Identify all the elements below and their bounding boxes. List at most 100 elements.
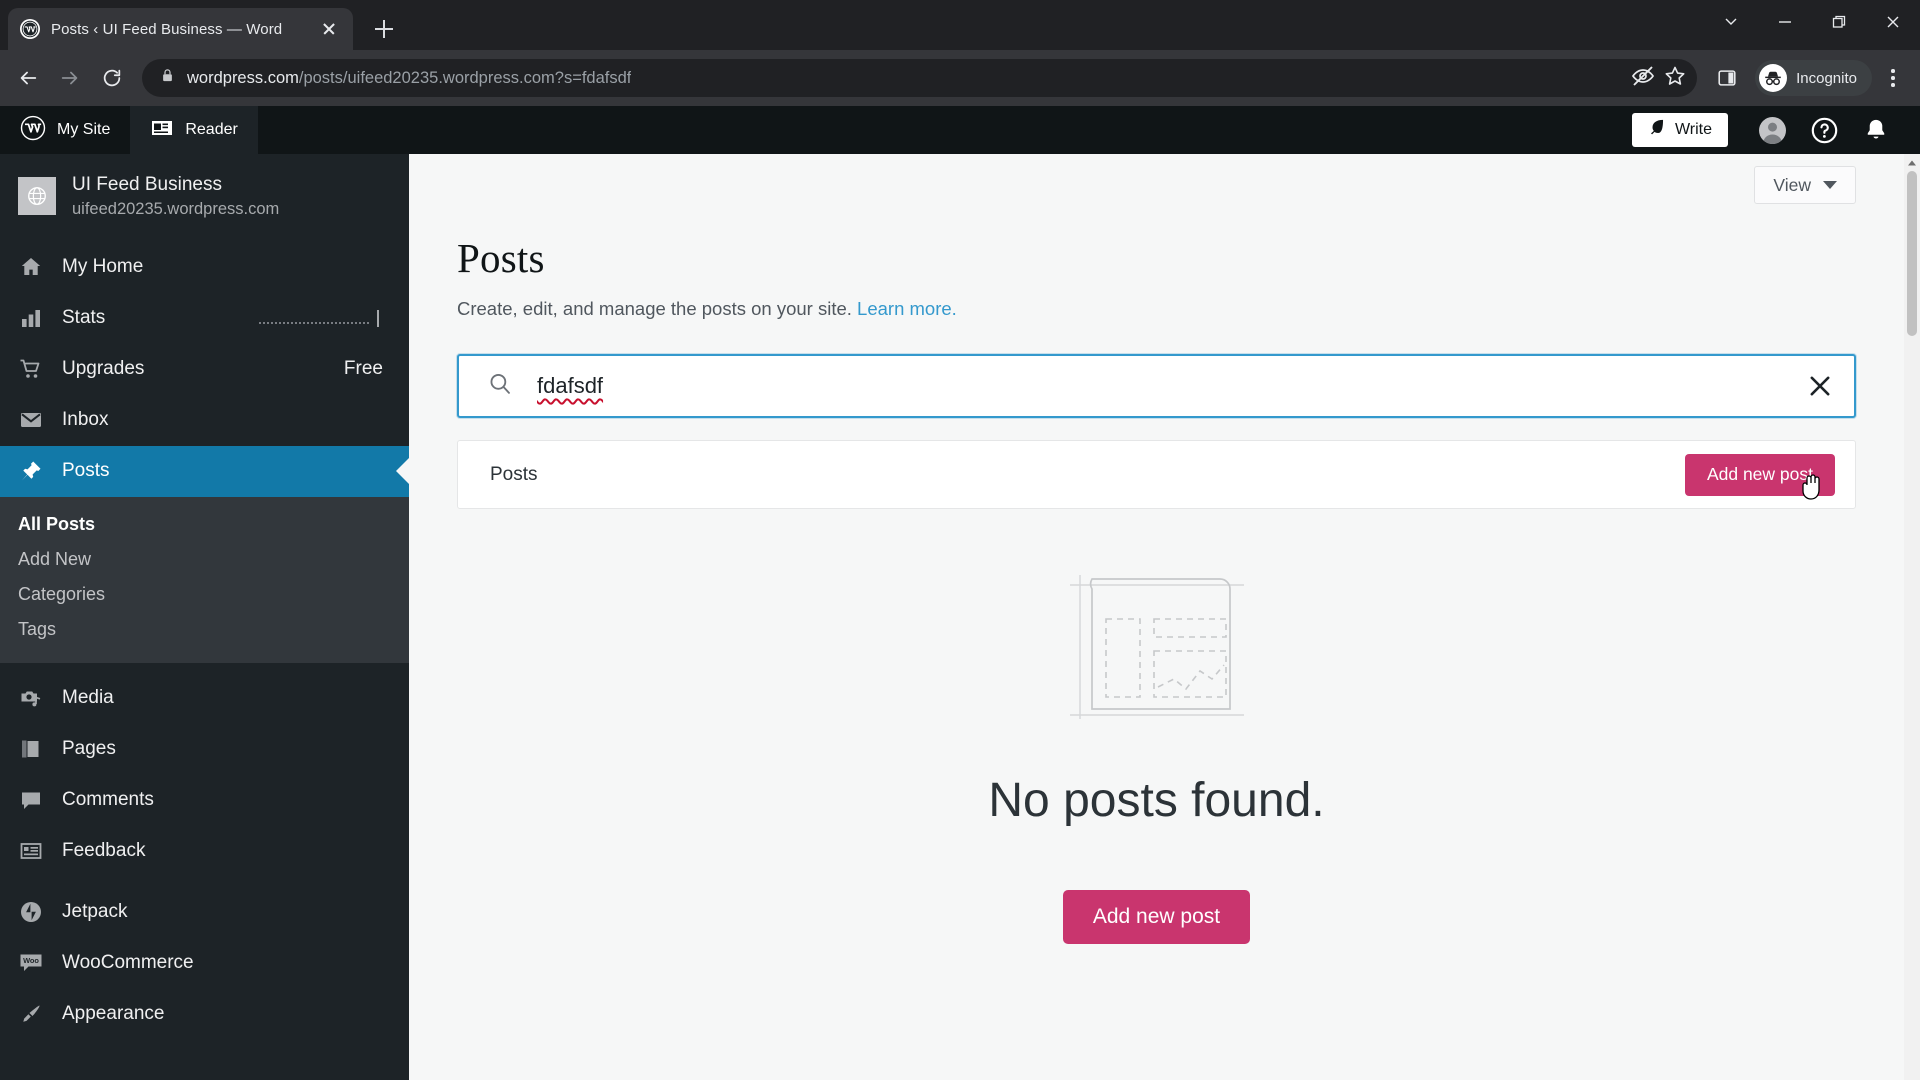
main-content: View Posts Create, edit, and manage the …	[409, 154, 1904, 1080]
sidebar-label: Appearance	[62, 1003, 165, 1025]
sidebar-item-inbox[interactable]: Inbox	[0, 395, 409, 446]
wordpress-icon	[20, 19, 40, 39]
chevron-down-icon	[1823, 181, 1837, 189]
jetpack-icon	[18, 900, 44, 924]
wp-masterbar: My Site Reader Write	[0, 106, 1920, 154]
minimize-to-tray-icon[interactable]	[1704, 0, 1758, 44]
svg-text:Woo: Woo	[23, 956, 39, 965]
masterbar-right: Write	[1631, 106, 1920, 154]
media-icon	[18, 686, 44, 710]
side-panel-icon[interactable]	[1707, 58, 1747, 98]
eye-slash-icon[interactable]	[1631, 64, 1655, 93]
page-title: Posts	[457, 235, 545, 281]
posts-submenu: All Posts Add New Categories Tags	[0, 496, 409, 663]
new-tab-button[interactable]	[367, 12, 401, 46]
kebab-menu-icon[interactable]	[1874, 59, 1912, 97]
sidebar-label: Pages	[62, 738, 116, 760]
woocommerce-icon: Woo	[18, 950, 44, 976]
close-icon[interactable]	[1806, 372, 1834, 400]
page-subtitle: Create, edit, and manage the posts on yo…	[457, 298, 1856, 320]
sidebar-label: Feedback	[62, 840, 146, 862]
sidebar-item-comments[interactable]: Comments	[0, 775, 409, 826]
incognito-icon	[1759, 64, 1788, 92]
sidebar-item-jetpack[interactable]: Jetpack	[0, 887, 409, 938]
write-button-label: Write	[1674, 121, 1712, 138]
wordpress-logo-icon	[20, 115, 46, 146]
empty-posts-illustration	[1062, 567, 1252, 727]
sidebar-label: Jetpack	[62, 901, 128, 923]
posts-toolbar-card: Posts Add new post	[457, 440, 1856, 509]
sidebar-label: Upgrades	[62, 358, 145, 380]
submenu-item-all-posts[interactable]: All Posts	[0, 507, 409, 542]
avatar-icon	[1758, 116, 1786, 144]
empty-state: No posts found. Add new post	[457, 567, 1856, 944]
address-bar[interactable]: wordpress.com/posts/uifeed20235.wordpres…	[142, 59, 1698, 97]
paintbrush-icon	[18, 1002, 44, 1026]
empty-state-title: No posts found.	[988, 774, 1325, 827]
site-name: UI Feed Business	[72, 174, 222, 195]
masterbar-my-site-label: My Site	[57, 121, 111, 138]
write-button[interactable]: Write	[1631, 113, 1728, 147]
maximize-icon[interactable]	[1812, 0, 1866, 44]
view-row: View	[409, 154, 1904, 204]
page-viewport: My Site Reader Write UI Feed Business ui…	[0, 106, 1920, 1080]
reload-icon[interactable]	[92, 58, 132, 98]
tab-strip: Posts ‹ UI Feed Business — Word	[0, 0, 1920, 50]
minimize-icon[interactable]	[1758, 0, 1812, 44]
site-thumbnail-icon	[18, 176, 56, 215]
pin-icon	[18, 459, 44, 483]
sidebar-item-my-home[interactable]: My Home	[0, 242, 409, 293]
sidebar-item-media[interactable]: Media	[0, 673, 409, 724]
sidebar-item-feedback[interactable]: Feedback	[0, 826, 409, 877]
add-new-post-button[interactable]: Add new post	[1684, 453, 1835, 496]
sidebar-label: My Home	[62, 256, 144, 278]
sidebar-item-woocommerce[interactable]: Woo WooCommerce	[0, 938, 409, 989]
site-card[interactable]: UI Feed Business uifeed20235.wordpress.c…	[0, 154, 409, 242]
close-icon[interactable]	[1866, 0, 1920, 44]
reader-icon	[150, 116, 174, 145]
browser-tab[interactable]: Posts ‹ UI Feed Business — Word	[8, 8, 353, 50]
masterbar-reader-label: Reader	[185, 121, 238, 138]
lock-icon	[160, 68, 175, 88]
scrollbar-thumb[interactable]	[1907, 171, 1917, 336]
submenu-item-add-new[interactable]: Add New	[0, 542, 409, 577]
search-icon	[487, 371, 513, 402]
learn-more-link[interactable]: Learn more.	[857, 298, 957, 319]
submenu-item-tags[interactable]: Tags	[0, 612, 409, 647]
sidebar-label: Media	[62, 687, 114, 709]
tab-title: Posts ‹ UI Feed Business — Word	[51, 20, 283, 38]
sidebar-item-pages[interactable]: Pages	[0, 724, 409, 775]
url-domain: wordpress.com	[187, 68, 299, 87]
help-icon[interactable]	[1798, 106, 1850, 154]
stats-sparkline	[259, 309, 379, 328]
masterbar-reader[interactable]: Reader	[130, 106, 258, 154]
scroll-up-arrow-icon[interactable]	[1904, 154, 1920, 171]
search-value[interactable]: fdafsdf	[537, 373, 1782, 399]
back-icon[interactable]	[8, 58, 48, 98]
star-icon[interactable]	[1663, 64, 1687, 93]
empty-add-new-post-button[interactable]: Add new post	[1062, 890, 1251, 944]
close-icon[interactable]	[317, 17, 341, 41]
avatar[interactable]	[1746, 106, 1798, 154]
sidebar-item-upgrades[interactable]: Upgrades Free	[0, 344, 409, 395]
bell-icon[interactable]	[1850, 106, 1902, 154]
forward-icon[interactable]	[50, 58, 90, 98]
home-icon	[18, 255, 44, 279]
sidebar-label: WooCommerce	[62, 952, 194, 974]
sidebar-item-posts[interactable]: Posts	[0, 445, 409, 497]
sidebar-item-stats[interactable]: Stats	[0, 293, 409, 344]
upgrades-plan-badge: Free	[343, 358, 383, 380]
cart-icon	[18, 357, 44, 381]
masterbar-my-site[interactable]: My Site	[0, 106, 130, 154]
sidebar-label: Posts	[62, 460, 110, 482]
bar-chart-icon	[18, 306, 44, 330]
view-dropdown-button[interactable]: View	[1754, 166, 1856, 204]
sidebar-item-appearance[interactable]: Appearance	[0, 989, 409, 1040]
window-controls	[1704, 0, 1920, 44]
page-scrollbar[interactable]	[1904, 154, 1920, 1080]
submenu-item-categories[interactable]: Categories	[0, 577, 409, 612]
posts-card-label: Posts	[490, 463, 538, 485]
profile-chip[interactable]: Incognito	[1755, 60, 1872, 96]
search-input[interactable]: fdafsdf	[457, 354, 1856, 418]
